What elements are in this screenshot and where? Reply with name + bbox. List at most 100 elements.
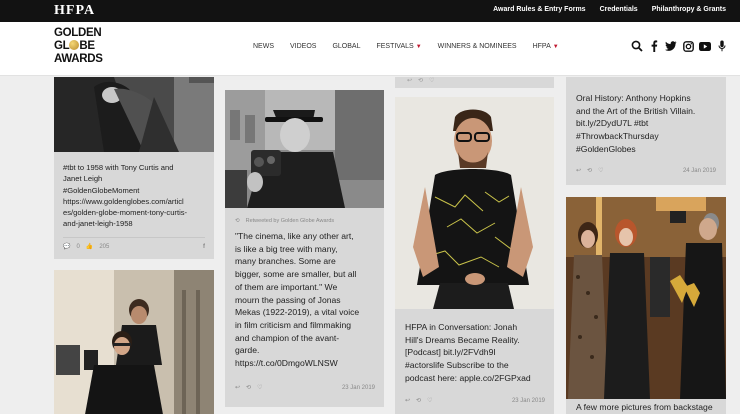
tweet-actions: ↩ ⟲ ♡: [407, 77, 547, 84]
header-icons: [631, 40, 728, 52]
hashtag-link[interactable]: #ThrowbackThursday: [576, 130, 724, 143]
text-line: #actorslife Subscribe to the: [405, 360, 509, 371]
text-line: garde.: [235, 345, 260, 356]
award-rules-link[interactable]: Award Rules & Entry Forms: [493, 6, 585, 13]
search-icon[interactable]: [631, 40, 643, 52]
retweet-icon[interactable]: ⟲: [416, 397, 421, 404]
logo-line-globe: GL BE: [54, 40, 95, 52]
globe-icon: [69, 40, 80, 50]
article-link[interactable]: https://www.goldenglobes.com/articl: [63, 196, 213, 207]
nav-hfpa[interactable]: HFPA ▼: [533, 43, 559, 50]
feed-card-jonas-mekas[interactable]: ⟲ Retweeted by Golden Globe Awards "The …: [225, 90, 384, 407]
nav-videos[interactable]: VIDEOS: [290, 43, 316, 50]
card-text: Oral History: Anthony Hopkins and the Ar…: [576, 92, 724, 156]
text-line: bigger, some are smaller, but all: [235, 269, 357, 280]
text-line: Hill's Dreams Became Reality.: [405, 334, 520, 345]
credentials-link[interactable]: Credentials: [600, 6, 638, 13]
twitter-icon[interactable]: [665, 40, 677, 52]
facebook-icon[interactable]: f: [203, 244, 205, 250]
like-icon[interactable]: ♡: [429, 77, 434, 84]
top-links: Award Rules & Entry Forms Credentials Ph…: [493, 6, 726, 13]
tweet-link[interactable]: https://t.co/0DmgoWLNSW: [235, 357, 383, 370]
philanthropy-link[interactable]: Philanthropy & Grants: [652, 6, 726, 13]
retweet-note: ⟲ Retweeted by Golden Globe Awards: [235, 218, 335, 224]
like-count: 205: [99, 243, 110, 250]
tweet-actions: ↩ ⟲ ♡ 24 Jan 2019: [576, 167, 716, 175]
comment-count: 0: [76, 243, 80, 250]
text-line: of them are important." We: [235, 281, 338, 292]
card-text: HFPA in Conversation: Jonah Hill's Dream…: [405, 321, 553, 385]
text-line: #tbt to 1958 with Tony Curtis and: [63, 163, 174, 172]
card-divider: [63, 237, 205, 238]
article-link[interactable]: es/golden-globe-moment-tony-curtis-: [63, 207, 213, 218]
text-line: "The cinema, like any other art,: [235, 231, 354, 241]
microphone-icon[interactable]: [716, 40, 728, 52]
card-stats: 💬 0 👍 205 f: [63, 243, 205, 251]
reply-icon[interactable]: ↩: [235, 384, 240, 391]
text-line: and the Art of the British Villain.: [576, 105, 696, 116]
card-photo-backstage[interactable]: [566, 197, 726, 399]
comment-icon[interactable]: 💬: [63, 243, 70, 250]
top-bar: HFPA Award Rules & Entry Forms Credentia…: [0, 0, 740, 22]
retweet-icon[interactable]: ⟲: [418, 77, 423, 84]
text-line: A few more pictures from backstage: [576, 402, 713, 412]
like-icon[interactable]: ♡: [427, 397, 432, 404]
tweet-actions: ↩ ⟲ ♡ 23 Jan 2019: [235, 384, 375, 392]
text-line: is like a big tree with many,: [235, 243, 338, 254]
card-text: "The cinema, like any other art, is like…: [235, 230, 383, 370]
podcast-link[interactable]: [Podcast] bit.ly/2FVdh9I: [405, 346, 553, 359]
post-date: 23 Jan 2019: [341, 384, 375, 391]
tweet-actions: ↩ ⟲ ♡ 23 Jan 2019: [405, 397, 545, 405]
podcast-link[interactable]: podcast here: apple.co/2FGPxad: [405, 372, 553, 385]
main-header: GOLDEN GL BE AWARDS NEWS VIDEOS GLOBAL FE…: [0, 22, 740, 76]
like-icon[interactable]: 👍: [86, 243, 93, 250]
golden-globe-awards-logo[interactable]: GOLDEN GL BE AWARDS: [54, 27, 103, 66]
logo-line-awards: AWARDS: [54, 53, 103, 65]
article-link[interactable]: bit.ly/2DydU7L #tbt: [576, 117, 724, 130]
text-line: in film criticism and filmmaking: [235, 319, 352, 330]
reply-icon[interactable]: ↩: [407, 77, 412, 84]
nav-winners-nominees[interactable]: WINNERS & NOMINEES: [438, 43, 517, 50]
hfpa-brand-logo[interactable]: HFPA: [54, 3, 95, 19]
text-line: mourn the passing of Jonas: [235, 294, 341, 305]
feed-card-tony-curtis[interactable]: #tbt to 1958 with Tony Curtis and Janet …: [54, 77, 214, 259]
text-line: Oral History: Anthony Hopkins: [576, 93, 691, 103]
retweet-icon[interactable]: ⟲: [587, 167, 592, 174]
hashtag-link[interactable]: #GoldenGlobeMoment: [63, 185, 213, 196]
reply-icon[interactable]: ↩: [405, 397, 410, 404]
feed-card-anthony-hopkins[interactable]: Oral History: Anthony Hopkins and the Ar…: [566, 77, 726, 185]
retweet-icon[interactable]: ⟲: [246, 384, 251, 391]
card-photo-jonas-mekas[interactable]: [225, 90, 384, 208]
card-photo-jonah-hill[interactable]: [395, 97, 554, 309]
reply-icon[interactable]: ↩: [576, 167, 581, 174]
card-photo-jonah-hill-interview[interactable]: [54, 270, 214, 414]
card-text: #tbt to 1958 with Tony Curtis and Janet …: [63, 162, 213, 230]
text-line: and champion of the avant-: [235, 332, 340, 343]
article-link[interactable]: and-janet-leigh-1958: [63, 218, 213, 229]
nav-news[interactable]: NEWS: [253, 43, 274, 50]
feed-card-jonah-hill-photo[interactable]: [54, 270, 214, 414]
retweet-icon: ⟲: [235, 218, 240, 224]
feed-card-jonah-hill-podcast[interactable]: HFPA in Conversation: Jonah Hill's Dream…: [395, 97, 554, 414]
caret-down-icon: ▼: [552, 43, 559, 50]
youtube-icon[interactable]: [699, 40, 711, 52]
text-line: Janet Leigh: [63, 174, 103, 184]
like-icon[interactable]: ♡: [598, 167, 603, 174]
caret-down-icon: ▼: [415, 43, 422, 50]
feed-card-partial-top[interactable]: ↩ ⟲ ♡: [395, 77, 554, 88]
nav-global[interactable]: GLOBAL: [332, 43, 360, 50]
text-line: HFPA in Conversation: Jonah: [405, 322, 518, 332]
hashtag-link[interactable]: #GoldenGlobes: [576, 143, 724, 156]
like-icon[interactable]: ♡: [257, 384, 262, 391]
nav-festivals[interactable]: FESTIVALS ▼: [376, 43, 421, 50]
facebook-icon[interactable]: [648, 40, 660, 52]
instagram-icon[interactable]: [682, 40, 694, 52]
text-line: Mekas (1922-2019), a vital voice: [235, 307, 360, 318]
logo-line-golden: GOLDEN: [54, 27, 102, 39]
text-line: many branches. Some are: [235, 256, 336, 267]
card-text: A few more pictures from backstage: [576, 401, 724, 414]
card-photo-tony-curtis-janet-leigh[interactable]: [54, 77, 214, 152]
social-feed: #tbt to 1958 with Tony Curtis and Janet …: [0, 77, 740, 414]
main-nav: NEWS VIDEOS GLOBAL FESTIVALS ▼ WINNERS & …: [253, 43, 575, 50]
feed-card-backstage[interactable]: A few more pictures from backstage: [566, 197, 726, 414]
